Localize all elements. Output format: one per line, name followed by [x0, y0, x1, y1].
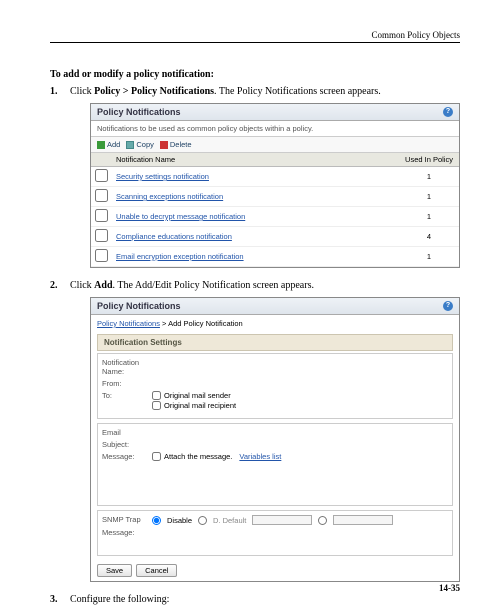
panel-subtitle: Notifications to be used as common polic…: [91, 121, 459, 136]
variables-list-link[interactable]: Variables list: [239, 452, 281, 461]
label-message: Message:: [102, 452, 152, 461]
panel-title: Policy Notifications ?: [91, 104, 459, 121]
attach-message-checkbox[interactable]: [152, 452, 161, 461]
label-name: Notification Name:: [102, 358, 152, 376]
policy-notifications-panel: Policy Notifications ? Notifications to …: [90, 103, 460, 268]
notification-link[interactable]: Compliance educations notification: [112, 227, 399, 247]
add-notification-panel: Policy Notifications ? Policy Notificati…: [90, 297, 460, 582]
instruction-list: Click Policy > Policy Notifications. The…: [50, 86, 460, 605]
snmp-select[interactable]: [252, 515, 312, 525]
form-block-email: Email Subject: Message: Attach the messa…: [97, 423, 453, 506]
row-checkbox[interactable]: [95, 209, 108, 222]
help-icon[interactable]: ?: [443, 301, 453, 311]
copy-button[interactable]: Copy: [126, 140, 154, 149]
label-email: Email: [102, 428, 152, 437]
snmp-default-radio[interactable]: [198, 516, 207, 525]
notification-link[interactable]: Scanning exceptions notification: [112, 187, 399, 207]
delete-icon: [160, 141, 168, 149]
form-block-snmp: SNMP Trap Disable D. Default Message:: [97, 510, 453, 556]
table-row: Unable to decrypt message notification 1: [91, 207, 459, 227]
table-row: Email encryption exception notification …: [91, 247, 459, 267]
notification-link[interactable]: Email encryption exception notification: [112, 247, 399, 267]
button-row: Save Cancel: [91, 560, 459, 581]
delete-button[interactable]: Delete: [160, 140, 192, 149]
help-icon[interactable]: ?: [443, 107, 453, 117]
label-snmp-message: Message:: [102, 528, 152, 537]
copy-icon: [126, 141, 134, 149]
save-button[interactable]: Save: [97, 564, 132, 577]
col-used: Used In Policy: [399, 153, 459, 167]
table-row: Compliance educations notification 4: [91, 227, 459, 247]
cancel-button[interactable]: Cancel: [136, 564, 177, 577]
row-checkbox[interactable]: [95, 189, 108, 202]
add-button[interactable]: Add: [97, 140, 120, 149]
label-to: To:: [102, 391, 152, 400]
add-icon: [97, 141, 105, 149]
table-row: Scanning exceptions notification 1: [91, 187, 459, 207]
notification-settings-header: Notification Settings: [97, 334, 453, 351]
toolbar: Add Copy Delete: [91, 136, 459, 153]
breadcrumb-current: Add Policy Notification: [168, 319, 243, 328]
notifications-table: Notification Name Used In Policy Securit…: [91, 153, 459, 267]
row-checkbox[interactable]: [95, 229, 108, 242]
breadcrumb-root[interactable]: Policy Notifications: [97, 319, 160, 328]
row-checkbox[interactable]: [95, 169, 108, 182]
chapter-title: Common Policy Objects: [372, 30, 461, 40]
snmp-input[interactable]: [333, 515, 393, 525]
snmp-disable-radio[interactable]: [152, 516, 161, 525]
orig-recipient-checkbox[interactable]: [152, 401, 161, 410]
label-snmp: SNMP Trap: [102, 515, 152, 524]
section-heading: To add or modify a policy notification:: [50, 69, 460, 80]
row-checkbox[interactable]: [95, 249, 108, 262]
snmp-custom-radio[interactable]: [318, 516, 327, 525]
page-number: 14-35: [439, 583, 460, 593]
label-subject: Subject:: [102, 440, 152, 449]
step-1: Click Policy > Policy Notifications. The…: [50, 86, 460, 268]
table-row: Security settings notification 1: [91, 167, 459, 187]
col-name[interactable]: Notification Name: [112, 153, 399, 167]
notification-link[interactable]: Security settings notification: [112, 167, 399, 187]
form-block-header: Notification Name: From: To: Original ma…: [97, 353, 453, 419]
notification-link[interactable]: Unable to decrypt message notification: [112, 207, 399, 227]
breadcrumb: Policy Notifications > Add Policy Notifi…: [91, 315, 459, 332]
orig-sender-checkbox[interactable]: [152, 391, 161, 400]
page-header: Common Policy Objects: [50, 30, 460, 43]
panel-title: Policy Notifications ?: [91, 298, 459, 315]
label-from: From:: [102, 379, 152, 388]
step-2: Click Add. The Add/Edit Policy Notificat…: [50, 280, 460, 582]
step-3: Configure the following:: [50, 594, 460, 605]
